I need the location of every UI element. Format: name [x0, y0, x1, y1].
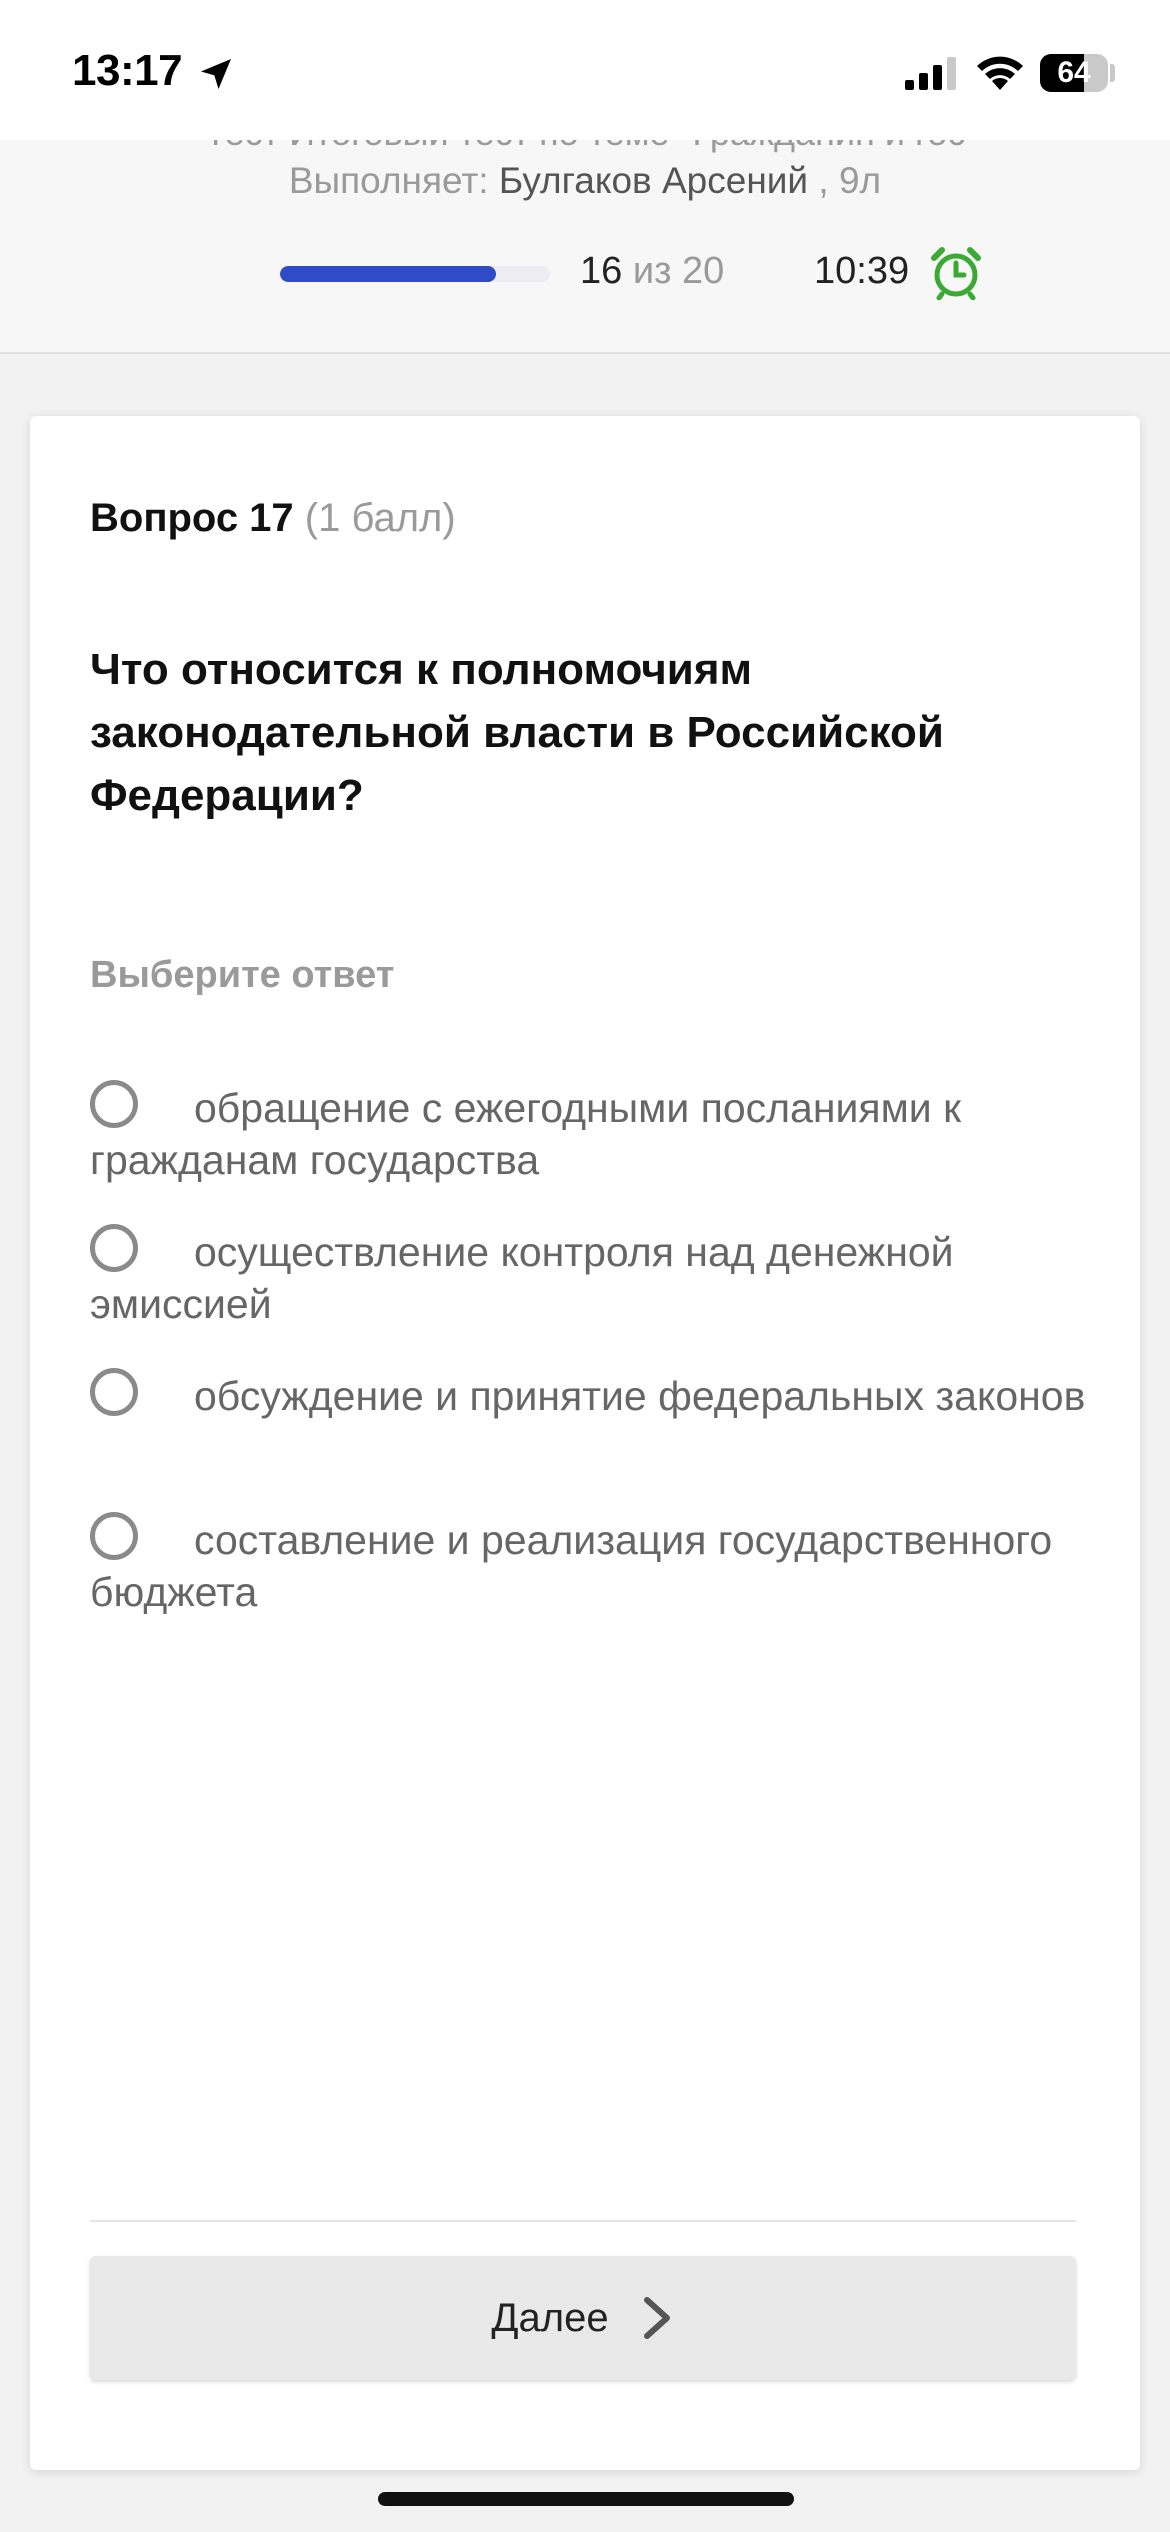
timer: 10:39	[814, 250, 910, 292]
location-arrow-icon	[201, 59, 231, 89]
test-title: Тест Итоговый тест по теме "Гражданин и …	[0, 140, 1170, 154]
answer-prompt: Выберите ответ	[90, 954, 395, 996]
performer-line: Выполняет: Булгаков Арсений , 9л	[0, 160, 1170, 202]
next-button-label: Далее	[491, 2295, 609, 2340]
answer-option-label[interactable]: обращение с ежегодными посланиями к граж…	[90, 1082, 1090, 1186]
progress-current: 16	[580, 250, 623, 292]
progress-total: из 20	[632, 250, 725, 292]
question-card: Вопрос 17 (1 балл) Что относится к полно…	[30, 416, 1140, 2470]
answer-option[interactable]: обсуждение и принятие федеральных законо…	[90, 1368, 1090, 1512]
question-header: Вопрос 17 (1 балл)	[90, 496, 456, 541]
answer-option[interactable]: обращение с ежегодными посланиями к граж…	[90, 1080, 1090, 1224]
answer-option-label[interactable]: осуществление контроля над денежной эмис…	[90, 1226, 1090, 1330]
cellular-signal-icon	[905, 57, 956, 90]
chevron-right-icon	[643, 2297, 670, 2339]
alarm-clock-icon	[931, 247, 981, 300]
progress-counter: 16 из 20	[580, 250, 724, 293]
question-points: (1 балл)	[304, 496, 456, 540]
answer-option[interactable]: составление и реализация государственног…	[90, 1512, 1090, 1656]
answer-option-label[interactable]: составление и реализация государственног…	[90, 1514, 1090, 1618]
status-bar: 13:17 64	[0, 0, 1170, 140]
answer-option-label[interactable]: обсуждение и принятие федеральных законо…	[90, 1370, 1090, 1422]
test-header: Тест Итоговый тест по теме "Гражданин и …	[0, 140, 1170, 354]
answer-option[interactable]: осуществление контроля над денежной эмис…	[90, 1224, 1090, 1368]
battery-cap	[1110, 64, 1115, 82]
next-button[interactable]: Далее	[90, 2256, 1076, 2380]
answer-options: обращение с ежегодными посланиями к граж…	[90, 1080, 1090, 1656]
footer-divider	[90, 2220, 1076, 2222]
performer-class: , 9л	[818, 160, 882, 201]
battery-percentage: 64	[1057, 56, 1091, 89]
progress-bar	[280, 266, 550, 282]
home-indicator	[378, 2492, 794, 2506]
performer-name: Булгаков Арсений	[498, 160, 809, 201]
performer-label: Выполняет:	[288, 160, 489, 201]
progress-bar-fill	[280, 266, 496, 282]
question-text: Что относится к полномочиям законодатель…	[90, 645, 944, 820]
battery-icon: 64	[1040, 54, 1108, 92]
wifi-icon	[977, 56, 1023, 90]
question-number: Вопрос 17	[90, 496, 294, 540]
status-time: 13:17	[72, 46, 183, 95]
